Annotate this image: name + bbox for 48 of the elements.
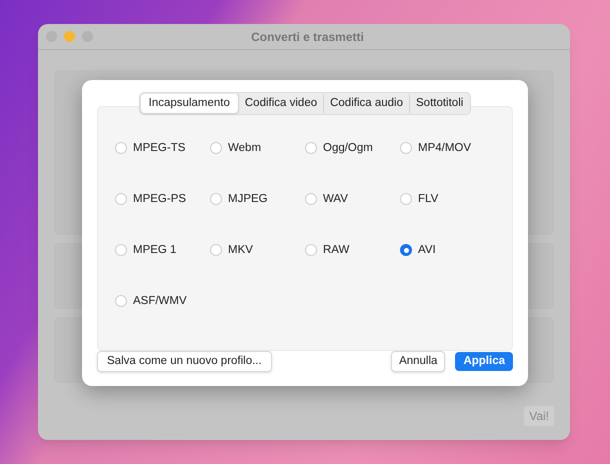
apply-button[interactable]: Applica [455,352,513,371]
cancel-button[interactable]: Annulla [391,350,446,372]
radio-option[interactable]: MKV [210,241,305,260]
option-label: Webm [228,140,262,156]
radio-button[interactable] [400,193,412,206]
window-title: Converti e trasmetti [250,28,365,46]
radio-option[interactable]: AVI [400,241,495,260]
radio-button[interactable] [115,295,127,308]
radio-button[interactable] [400,244,412,256]
tab[interactable]: Codifica video [238,94,324,114]
option-label: RAW [323,242,350,258]
option-label: FLV [418,192,438,207]
save-profile-button[interactable]: Salva come un nuovo profilo... [97,350,272,372]
tab[interactable]: Codifica audio [323,94,409,114]
option-label: AVI [418,242,436,258]
option-label: MKV [228,242,253,258]
radio-option[interactable]: ASF/WMV [115,292,210,310]
option-label: MPEG 1 [133,242,176,258]
option-label: Ogg/Ogm [323,140,373,156]
option-label: MPEG-TS [133,140,186,156]
radio-button[interactable] [305,142,317,154]
radio-button[interactable] [210,142,222,154]
radio-option[interactable]: MPEG 1 [115,241,210,260]
radio-option[interactable]: FLV [400,190,495,208]
tab[interactable]: Incapsulamento [140,94,238,114]
radio-button[interactable] [210,244,222,256]
radio-button[interactable] [400,142,412,154]
radio-button[interactable] [210,193,222,206]
radio-option[interactable]: MPEG-PS [115,190,210,208]
radio-button[interactable] [115,244,127,256]
radio-option[interactable]: Ogg/Ogm [305,139,400,158]
minimize-window-icon[interactable] [64,31,75,42]
option-label: MJPEG [228,192,268,207]
option-label: ASF/WMV [133,294,187,309]
option-label: MPEG-PS [133,192,186,207]
radio-button[interactable] [115,142,127,154]
radio-button[interactable] [305,193,317,206]
radio-option[interactable]: WAV [305,190,400,208]
radio-option[interactable]: RAW [305,241,400,260]
radio-button[interactable] [305,244,317,256]
radio-option[interactable]: Webm [210,139,305,158]
radio-option[interactable]: MPEG-TS [115,139,210,158]
radio-button[interactable] [115,193,127,206]
option-label: MP4/MOV [418,140,472,156]
radio-option[interactable]: MJPEG [210,190,305,208]
radio-option[interactable]: MP4/MOV [400,139,495,158]
tab[interactable]: Sottotitoli [409,94,470,114]
option-label: WAV [323,192,348,207]
